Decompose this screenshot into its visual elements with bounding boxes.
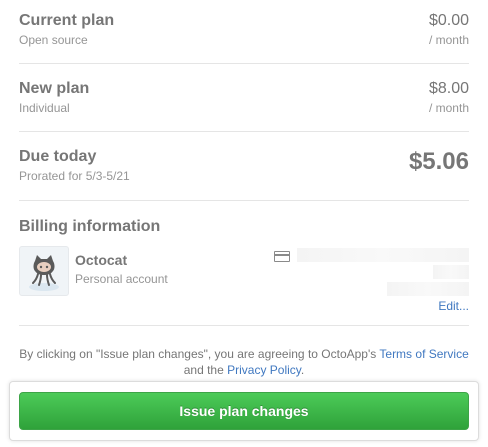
- terms-notice: By clicking on "Issue plan changes", you…: [19, 346, 469, 378]
- new-plan-row: New plan Individual $8.00 / month: [19, 78, 469, 118]
- terms-suffix: .: [300, 363, 305, 377]
- edit-billing-link[interactable]: Edit...: [438, 299, 469, 313]
- redacted-card-details: [433, 265, 469, 279]
- account-type: Personal account: [75, 272, 168, 286]
- current-plan-row: Current plan Open source $0.00 / month: [19, 10, 469, 50]
- billing-account: Octocat Personal account: [19, 246, 279, 296]
- current-plan-price: $0.00: [428, 12, 469, 29]
- new-plan-title: New plan: [19, 80, 90, 97]
- due-today-row: Due today Prorated for 5/3-5/21 $5.06: [19, 146, 469, 186]
- redacted-card-details: [297, 248, 469, 262]
- due-today-title: Due today: [19, 148, 97, 165]
- new-plan-period: / month: [428, 101, 469, 115]
- avatar: [19, 246, 69, 296]
- account-name: Octocat: [75, 252, 128, 268]
- divider: [19, 200, 469, 201]
- terms-of-service-link[interactable]: Terms of Service: [379, 347, 468, 361]
- due-today-amount: $5.06: [408, 148, 469, 175]
- terms-prefix: By clicking on "Issue plan changes", you…: [19, 347, 380, 361]
- current-plan-period: / month: [428, 33, 469, 47]
- new-plan-subtitle: Individual: [19, 101, 70, 115]
- privacy-policy-link[interactable]: Privacy Policy: [227, 363, 301, 377]
- terms-middle: and the: [183, 363, 228, 377]
- octocat-icon: [29, 255, 59, 291]
- billing-section: Billing information Octocat Personal acc…: [19, 218, 469, 318]
- new-plan-price: $8.00: [428, 80, 469, 97]
- divider: [19, 131, 469, 132]
- issue-plan-changes-button[interactable]: Issue plan changes: [19, 392, 469, 430]
- billing-title: Billing information: [19, 218, 161, 235]
- redacted-card-details: [387, 282, 469, 296]
- current-plan-title: Current plan: [19, 12, 115, 29]
- divider: [19, 325, 469, 326]
- divider: [19, 63, 469, 64]
- credit-card-icon: [274, 251, 290, 262]
- current-plan-subtitle: Open source: [19, 33, 88, 47]
- due-today-subtitle: Prorated for 5/3-5/21: [19, 169, 130, 183]
